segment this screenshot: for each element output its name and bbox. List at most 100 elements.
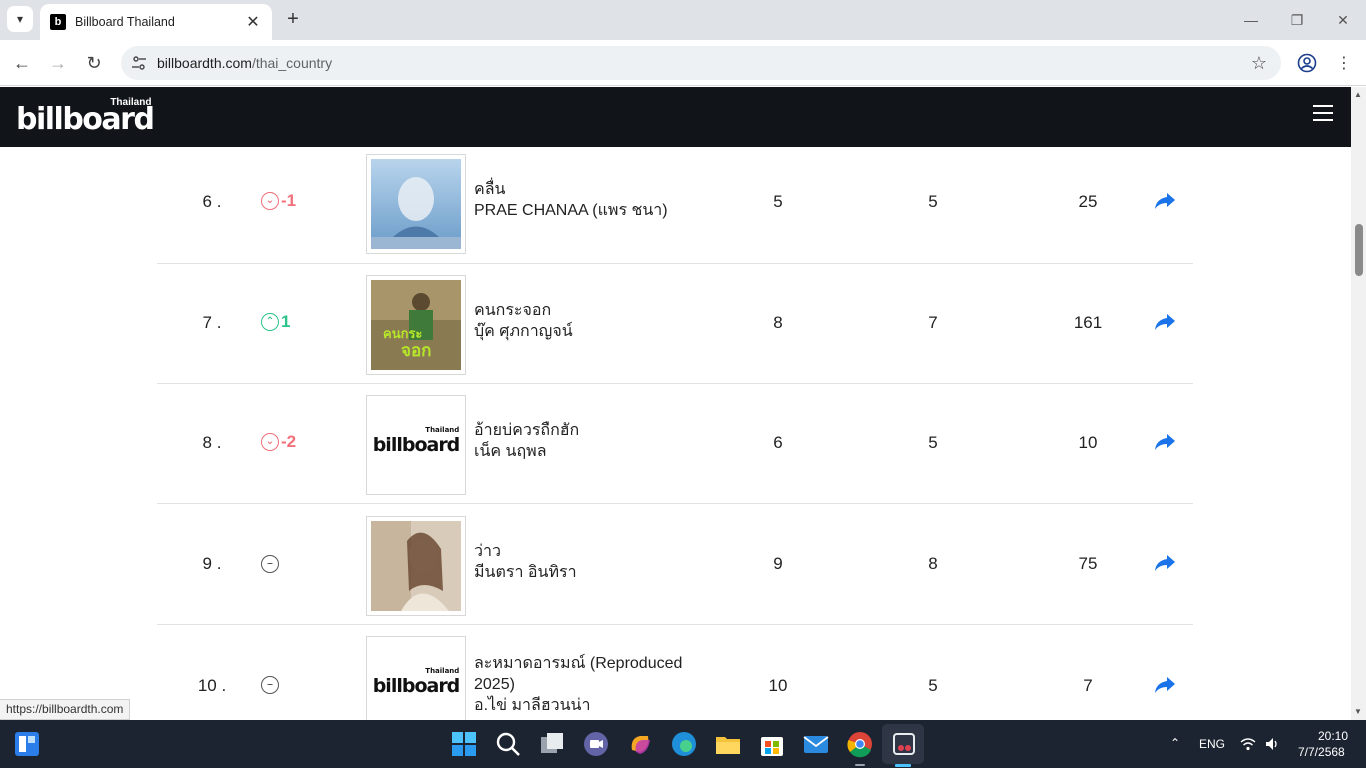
share-icon[interactable] [1153, 432, 1177, 452]
album-cover[interactable]: billboard Thailand [366, 395, 466, 495]
snipping-tool-icon[interactable] [890, 730, 918, 758]
profile-icon[interactable] [1297, 53, 1317, 73]
page-scrollbar[interactable]: ▲ ▼ [1351, 87, 1366, 720]
tab-close-icon[interactable]: ✕ [244, 12, 262, 32]
billboard-placeholder-logo: billboard Thailand [372, 426, 461, 456]
song-artist: PRAE CHANAA (แพร ชนา) [474, 202, 668, 219]
restore-icon[interactable]: ❐ [1274, 0, 1320, 40]
album-cover[interactable] [366, 154, 466, 254]
address-bar[interactable]: billboardth.com/thai_country ☆ [121, 46, 1281, 80]
browser-toolbar: ← → ↻ billboardth.com/thai_country ☆ ⋮ [0, 40, 1366, 86]
clock-date[interactable]: 7/7/2568 [1298, 745, 1345, 759]
volume-icon[interactable] [1264, 736, 1280, 752]
cover-art-image [371, 159, 461, 249]
close-window-icon[interactable]: ✕ [1320, 0, 1366, 40]
billboard-logo[interactable]: billboard Thailand [16, 97, 155, 135]
song-info[interactable]: อ้ายบ่ควรถืกฮัก เน็ค นฤพล [474, 420, 714, 462]
share-icon[interactable] [1153, 312, 1177, 332]
rank-number: 10 . [197, 676, 227, 695]
browser-tab-active[interactable]: b Billboard Thailand ✕ [40, 4, 272, 40]
rank-number: 6 . [202, 192, 222, 211]
weeks-on-chart: 7 [1083, 676, 1093, 695]
chevron-down-circle-icon: ⌄ [261, 433, 279, 451]
scroll-thumb[interactable] [1355, 224, 1363, 276]
url-path: /thai_country [251, 55, 333, 71]
last-week: 5 [773, 192, 783, 211]
song-title: ว่าว [474, 543, 501, 560]
scroll-up-icon[interactable]: ▲ [1354, 90, 1362, 99]
new-tab-plus-icon[interactable]: + [282, 8, 304, 30]
song-info[interactable]: ว่าว มีนตรา อินทิรา [474, 541, 714, 583]
task-view-icon[interactable] [538, 730, 566, 758]
chrome-running-indicator [855, 764, 865, 766]
forward-arrow-icon[interactable]: → [45, 50, 71, 76]
chart-list: 6 . ⌄ -1 คลื่น PRAE CHANAA (แพร ชนา) 5 5… [157, 147, 1193, 720]
peak-position: 8 [928, 554, 938, 573]
scroll-down-icon[interactable]: ▼ [1354, 707, 1362, 716]
chart-row: 6 . ⌄ -1 คลื่น PRAE CHANAA (แพร ชนา) 5 5… [157, 147, 1193, 264]
reload-icon[interactable]: ↻ [81, 50, 107, 76]
song-info[interactable]: คนกระจอก บุ๊ค ศุภกาญจน์ [474, 300, 714, 342]
chart-row: 9 . – ว่าว มีนตรา อินทิรา 9 8 75 [157, 505, 1193, 625]
rank-number: 9 . [202, 554, 222, 573]
meet-video-icon[interactable] [582, 730, 610, 758]
windows-start-icon[interactable] [450, 730, 478, 758]
chart-row: 10 . – billboard Thailand ละหมาดอารมณ์ (R… [157, 625, 1193, 720]
weeks-on-chart: 25 [1078, 192, 1098, 211]
bookmark-star-icon[interactable]: ☆ [1251, 53, 1267, 74]
clock-time[interactable]: 20:10 [1318, 729, 1348, 743]
taskbar-search-icon[interactable] [494, 730, 522, 758]
last-week: 8 [773, 313, 783, 332]
cover-art-image [371, 521, 461, 611]
weeks-on-chart: 10 [1078, 433, 1098, 452]
back-arrow-icon[interactable]: ← [9, 50, 35, 76]
rank-change: ⌄ -1 [261, 191, 296, 211]
microsoft-store-icon[interactable] [758, 730, 786, 758]
tray-chevron-up-icon[interactable]: ⌃ [1170, 736, 1180, 750]
weeks-on-chart: 75 [1078, 554, 1098, 573]
hamburger-menu-icon[interactable] [1313, 105, 1333, 121]
cover-art-image: คนกระ จอก [371, 280, 461, 370]
site-info-icon[interactable] [131, 55, 147, 71]
album-cover[interactable] [366, 516, 466, 616]
song-artist: มีนตรา อินทิรา [474, 564, 577, 581]
chart-row: 8 . ⌄ -2 billboard Thailand อ้ายบ่ควรถืกฮ… [157, 384, 1193, 504]
peak-position: 7 [928, 313, 938, 332]
no-change-circle-icon: – [261, 555, 279, 573]
share-icon[interactable] [1153, 675, 1177, 695]
song-title: คลื่น [474, 181, 506, 198]
song-artist: เน็ค นฤพล [474, 443, 547, 460]
chrome-browser-icon[interactable] [846, 730, 874, 758]
album-cover[interactable]: billboard Thailand [366, 636, 466, 720]
chevron-down-circle-icon: ⌄ [261, 192, 279, 210]
tab-title: Billboard Thailand [75, 15, 175, 29]
edge-browser-icon[interactable] [670, 730, 698, 758]
url-domain: billboardth.com [157, 55, 252, 71]
site-header: billboard Thailand [0, 87, 1351, 147]
album-cover[interactable]: คนกระ จอก [366, 275, 466, 375]
file-explorer-icon[interactable] [714, 730, 742, 758]
song-artist: บุ๊ค ศุภกาญจน์ [474, 323, 573, 340]
svg-text:จอก: จอก [401, 341, 431, 361]
last-week: 6 [773, 433, 783, 452]
copilot-icon[interactable] [626, 730, 654, 758]
song-info[interactable]: ละหมาดอารมณ์ (Reproduced 2025) อ.ไข่ มาล… [474, 653, 709, 716]
rank-change: ⌄ -2 [261, 432, 296, 452]
share-icon[interactable] [1153, 553, 1177, 573]
share-icon[interactable] [1153, 191, 1177, 211]
status-bar-url: https://billboardth.com [0, 699, 131, 720]
input-language[interactable]: ENG [1199, 737, 1225, 751]
browser-tab-bar: ▾ b Billboard Thailand ✕ + — ❐ ✕ [0, 0, 1366, 40]
mail-icon[interactable] [802, 730, 830, 758]
browser-menu-icon[interactable]: ⋮ [1331, 50, 1357, 76]
rank-number: 7 . [202, 313, 222, 332]
tab-search-chevron-icon[interactable]: ▾ [7, 6, 33, 32]
billboard-placeholder-logo: billboard Thailand [372, 667, 461, 697]
song-info[interactable]: คลื่น PRAE CHANAA (แพร ชนา) [474, 179, 714, 221]
rank-number: 8 . [202, 433, 222, 452]
weeks-on-chart: 161 [1073, 313, 1103, 332]
peak-position: 5 [928, 433, 938, 452]
wifi-icon[interactable] [1240, 737, 1256, 751]
widgets-icon[interactable] [14, 731, 40, 757]
minimize-icon[interactable]: — [1228, 0, 1274, 40]
